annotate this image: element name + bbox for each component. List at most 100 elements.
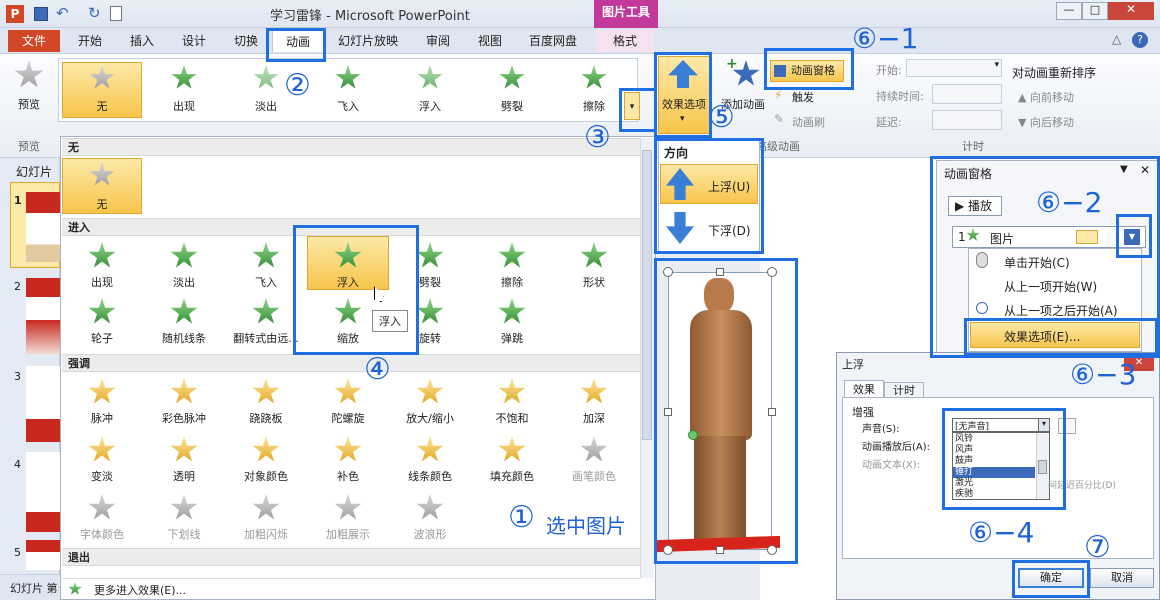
gallery-float-in-label[interactable]: 浮入 — [390, 98, 470, 114]
start-label: 开始: — [876, 64, 902, 77]
enter-effect-item[interactable]: 轮子 — [62, 294, 142, 349]
gallery-split-label[interactable]: 劈裂 — [472, 98, 552, 114]
enter-effect-label: 形状 — [583, 276, 605, 289]
emphasis-effect-star-icon — [252, 378, 280, 404]
undo-icon[interactable]: ↶ — [56, 4, 69, 22]
highlight-statue — [654, 258, 798, 564]
slide-thumbnail-4[interactable] — [26, 452, 60, 532]
tab-netdisk[interactable]: 百度网盘 — [520, 30, 586, 52]
powerpoint-icon[interactable]: P — [6, 5, 24, 23]
enter-effect-item[interactable]: 擦除 — [472, 238, 552, 293]
enter-effect-label: 擦除 — [501, 276, 523, 289]
emphasis-effect-item[interactable]: 加深 — [554, 374, 634, 429]
preview-button[interactable]: 预览 — [4, 96, 54, 112]
picture-tools-header: 图片工具 — [594, 0, 658, 30]
title-bar — [0, 0, 1160, 28]
emphasis-effect-item[interactable]: 脉冲 — [62, 374, 142, 429]
tab-review[interactable]: 审阅 — [414, 30, 462, 52]
emphasis-effect-item[interactable]: 下划线 — [144, 490, 224, 545]
tab-insert[interactable]: 插入 — [118, 30, 166, 52]
gallery-appear-label[interactable]: 出现 — [144, 98, 224, 114]
close-window-button[interactable]: ✕ — [1108, 2, 1154, 20]
dialog-tab-timing[interactable]: 计时 — [884, 382, 924, 398]
move-earlier-button[interactable]: ▲ 向前移动 — [1018, 89, 1074, 105]
emphasis-effect-item[interactable]: 跷跷板 — [226, 374, 306, 429]
enter-effect-item[interactable]: 形状 — [554, 238, 634, 293]
emphasis-effect-item[interactable]: 放大/缩小 — [390, 374, 470, 429]
tab-design[interactable]: 设计 — [170, 30, 218, 52]
highlight-float-in — [293, 225, 419, 355]
emphasis-effect-item[interactable]: 填充颜色 — [472, 432, 552, 487]
emphasis-effect-label: 波浪形 — [413, 528, 447, 541]
save-icon[interactable] — [34, 7, 48, 21]
emphasis-effect-star-icon — [170, 436, 198, 462]
annotation-4: ④ — [364, 352, 391, 387]
help-icon[interactable]: ? — [1132, 32, 1148, 48]
emphasis-effect-label: 对象颜色 — [244, 470, 288, 483]
delay-stepper[interactable] — [932, 110, 1002, 130]
tab-view[interactable]: 视图 — [466, 30, 514, 52]
ribbon-collapse-icon[interactable]: △ — [1112, 32, 1121, 46]
maximize-button[interactable]: □ — [1082, 2, 1108, 20]
status-bar: 幻灯片 第 — [0, 574, 60, 600]
dialog-tab-effect[interactable]: 效果 — [844, 380, 884, 398]
emphasis-effect-label: 画笔颜色 — [572, 470, 616, 483]
emphasis-effect-label: 填充颜色 — [490, 470, 534, 483]
duration-stepper[interactable] — [932, 84, 1002, 104]
annotation-6-3: ⑥−3 — [1070, 358, 1137, 391]
tab-file[interactable]: 文件 — [8, 30, 60, 52]
emphasis-effect-item[interactable]: 画笔颜色 — [554, 432, 634, 487]
highlight-gallery-more — [619, 88, 657, 132]
enter-effect-star-icon — [252, 242, 280, 268]
redo-icon[interactable]: ↻ — [88, 4, 101, 22]
emphasis-effect-label: 加粗展示 — [326, 528, 370, 541]
tab-transitions[interactable]: 切换 — [222, 30, 270, 52]
enter-effect-item[interactable]: 随机线条 — [144, 294, 224, 349]
new-doc-icon[interactable] — [110, 6, 122, 21]
annotation-6-1: ⑥−1 — [852, 22, 919, 55]
emphasis-effect-item[interactable]: 不饱和 — [472, 374, 552, 429]
cancel-button[interactable]: 取消 — [1090, 568, 1154, 588]
emphasis-effect-item[interactable]: 变淡 — [62, 432, 142, 487]
emphasis-effect-item[interactable]: 波浪形 — [390, 490, 470, 545]
animation-painter-button[interactable]: 动画刷 — [792, 114, 825, 130]
emphasis-effect-item[interactable]: 加粗闪烁 — [226, 490, 306, 545]
emphasis-effect-item[interactable]: 加粗展示 — [308, 490, 388, 545]
tab-home[interactable]: 开始 — [66, 30, 114, 52]
slide-thumbnail-2[interactable] — [26, 278, 60, 354]
enter-effect-star-icon — [416, 298, 444, 324]
minimize-button[interactable]: — — [1056, 2, 1082, 20]
tab-format[interactable]: 格式 — [596, 30, 654, 52]
emphasis-effect-star-icon — [580, 436, 608, 462]
trigger-button[interactable]: 触发 — [792, 89, 814, 105]
enter-effect-star-icon — [170, 242, 198, 268]
enter-effect-item[interactable]: 出现 — [62, 238, 142, 293]
gallery-fly-in-label[interactable]: 飞入 — [308, 98, 388, 114]
emphasis-effect-star-icon — [498, 436, 526, 462]
emphasis-effect-item[interactable]: 补色 — [308, 432, 388, 487]
slides-panel-title: 幻灯片 — [16, 165, 53, 179]
enter-effect-item[interactable]: 弹跳 — [472, 294, 552, 349]
start-dropdown[interactable]: ▾ — [906, 59, 1002, 77]
emphasis-effect-item[interactable]: 透明 — [144, 432, 224, 487]
emphasis-effect-item[interactable]: 对象颜色 — [226, 432, 306, 487]
dropdown-scroll-thumb[interactable] — [642, 150, 652, 440]
annotation-1-text: 选中图片 — [546, 514, 626, 538]
emphasis-effect-item[interactable]: 线条颜色 — [390, 432, 470, 487]
emphasis-effect-item[interactable]: 彩色脉冲 — [144, 374, 224, 429]
tab-slideshow[interactable]: 幻灯片放映 — [332, 30, 404, 52]
move-later-button[interactable]: ▼ 向后移动 — [1018, 114, 1074, 130]
highlight-direction-menu — [654, 138, 764, 254]
highlight-item-dropdown — [1116, 214, 1152, 258]
emphasis-effect-star-icon — [416, 436, 444, 462]
slide-thumbnail-1[interactable] — [26, 192, 60, 262]
enter-effect-item[interactable]: 淡出 — [144, 238, 224, 293]
slide-thumbnail-5[interactable] — [26, 540, 60, 570]
slide-thumbnail-3[interactable] — [26, 366, 60, 442]
enter-effect-label: 轮子 — [91, 332, 113, 345]
emphasis-effect-star-icon — [580, 378, 608, 404]
emphasis-effect-item[interactable]: 字体颜色 — [62, 490, 142, 545]
emphasis-effect-star-icon — [252, 436, 280, 462]
more-enter-effects-link[interactable]: 更多进入效果(E)... — [94, 582, 186, 598]
animate-text-label: 动画文本(X): — [862, 460, 921, 471]
